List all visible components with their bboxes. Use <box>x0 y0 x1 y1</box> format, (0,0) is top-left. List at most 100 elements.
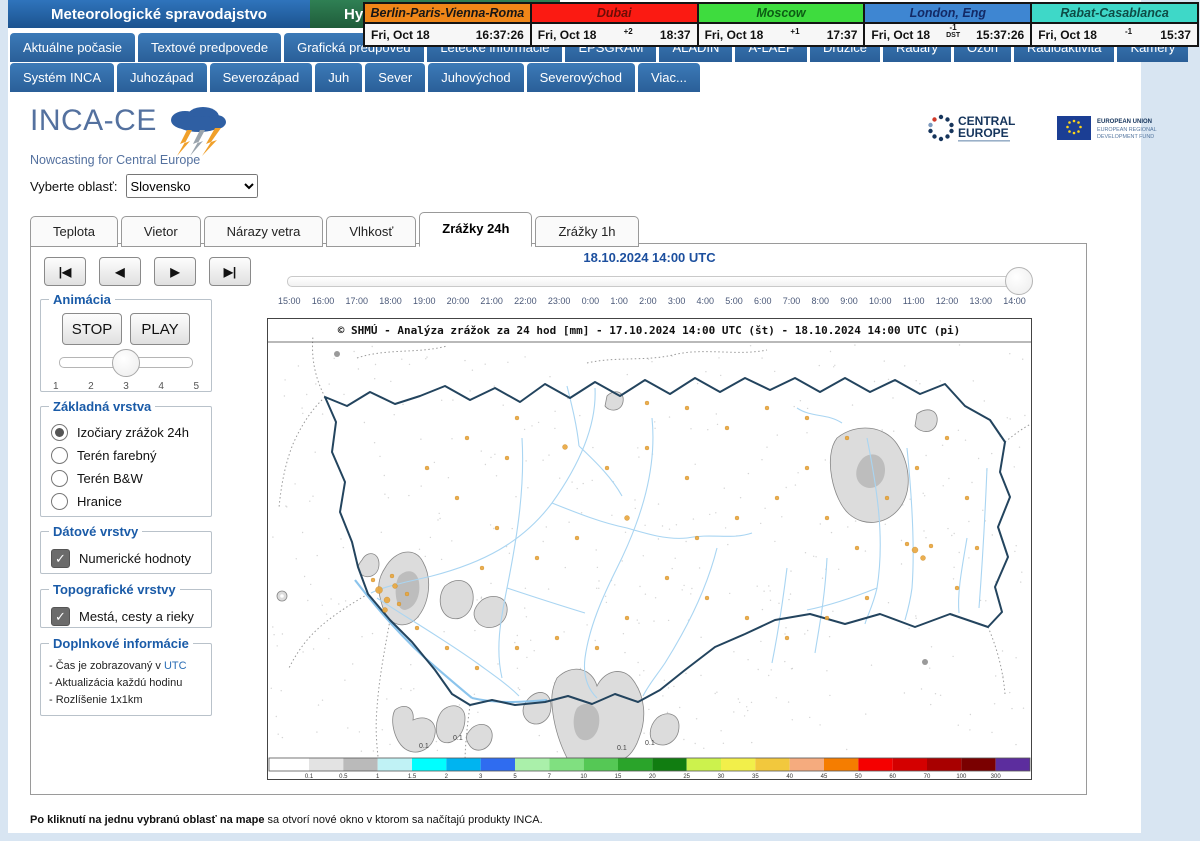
clock-date: Fri, Oct 18 <box>371 28 430 42</box>
radio-unselected[interactable] <box>51 493 68 510</box>
svg-text:0.1: 0.1 <box>645 740 655 747</box>
base-layer-option-hranice[interactable]: Hranice <box>51 493 201 510</box>
current-frame-timestamp: 18.10.2024 14:00 UTC <box>267 250 1032 265</box>
clock-berlin-paris-vienna-roma: Berlin-Paris-Vienna-Roma Fri, Oct 18 16:37… <box>363 2 532 47</box>
time-tick: 12:00 <box>936 296 959 306</box>
option-label: Hranice <box>77 494 122 509</box>
topo-layer-option-mest-cesty-a-rieky[interactable]: Mestá, cesty a rieky <box>51 607 201 626</box>
time-tick: 3:00 <box>668 296 686 306</box>
offset-value: -1 <box>950 24 957 32</box>
region-tab-juhoz-pad[interactable]: Juhozápad <box>117 63 207 92</box>
nav-tab-aktu-lne-po-asie[interactable]: Aktuálne počasie <box>10 33 135 62</box>
clock-time-row: Fri, Oct 18 16:37:26 <box>365 22 530 45</box>
central-europe-logo: CENTRAL EUROPE <box>925 112 1043 146</box>
next-frame-button[interactable]: ▶ <box>154 257 196 286</box>
first-frame-button[interactable]: |◀ <box>44 257 86 286</box>
info-legend: Doplnkové informácie <box>49 636 193 651</box>
clock-city-label: Rabat-Casablanca <box>1032 4 1197 22</box>
radio-unselected[interactable] <box>51 447 68 464</box>
clock-time: 16:37:26 <box>476 28 524 42</box>
region-tab-severoz-pad[interactable]: Severozápad <box>210 63 313 92</box>
nav-tab-textov-predpovede[interactable]: Textové predpovede <box>138 33 281 62</box>
clock-city-label: Dubai <box>532 4 697 22</box>
clock-time: 15:37 <box>1160 28 1191 42</box>
svg-text:0.1: 0.1 <box>453 735 463 742</box>
tab-vietor[interactable]: Vietor <box>121 216 201 247</box>
region-tab-viac[interactable]: Viac... <box>638 63 700 92</box>
option-label: Numerické hodnoty <box>79 551 191 566</box>
base-layer-legend: Základná vrstva <box>49 399 155 414</box>
base-layer-fieldset: Základná vrstva Izočiary zrážok 24h Terén… <box>40 399 212 517</box>
option-label: Terén B&W <box>77 471 143 486</box>
offset-value: -1 <box>1125 28 1132 36</box>
base-layer-option-izo-iary-zr-ok-24h[interactable]: Izočiary zrážok 24h <box>51 424 201 441</box>
product-tabs: TeplotaVietorNárazy vetraVlhkosťZrážky 2… <box>30 212 642 247</box>
clock-dubai: DubaiFri, Oct 18+218:37 <box>530 2 699 47</box>
speed-label: 3 <box>123 381 129 392</box>
footer-note-text: sa otvorí nové okno v ktorom sa načítajú… <box>265 814 543 826</box>
time-tick: 11:00 <box>903 296 925 306</box>
base-layer-option-ter-n-farebn[interactable]: Terén farebný <box>51 447 201 464</box>
svg-text:DEVELOPMENT FUND: DEVELOPMENT FUND <box>1097 134 1154 140</box>
app-title-bar: Meteorologické spravodajstvo <box>8 0 310 28</box>
region-tab-juh[interactable]: Juh <box>315 63 362 92</box>
step-controls: |◀ ◀ ▶ ▶| <box>44 257 251 286</box>
tab-teplota[interactable]: Teplota <box>30 216 118 247</box>
utc-link[interactable]: UTC <box>164 660 187 672</box>
region-tab-juhov-chod[interactable]: Juhovýchod <box>428 63 523 92</box>
page: Meteorologické spravodajstvo Hy Aktuálne… <box>0 0 1200 841</box>
svg-text:EUROPEAN REGIONAL: EUROPEAN REGIONAL <box>1097 127 1157 133</box>
radio-selected[interactable] <box>51 424 68 441</box>
clock-time-row: Fri, Oct 18+117:37 <box>699 22 864 45</box>
clock-city-label: London, Eng <box>865 4 1030 22</box>
checkbox-checked[interactable] <box>51 549 70 568</box>
time-tick: 2:00 <box>639 296 657 306</box>
clock-london-eng: London, EngFri, Oct 18-1DST15:37:26 <box>863 2 1032 47</box>
region-tab-syst-m-inca[interactable]: Systém INCA <box>10 63 114 92</box>
speed-label: 4 <box>158 381 164 392</box>
tab-n-razy-vetra[interactable]: Nárazy vetra <box>204 216 324 247</box>
time-tick: 9:00 <box>840 296 858 306</box>
time-tick: 8:00 <box>811 296 829 306</box>
clock-time: 15:37:26 <box>976 28 1024 42</box>
clock-utc-offset: +1 <box>790 28 799 36</box>
base-layer-option-ter-n-b-w[interactable]: Terén B&W <box>51 470 201 487</box>
speed-label: 1 <box>53 381 59 392</box>
region-tab-sever[interactable]: Sever <box>365 63 425 92</box>
clock-city-label: Berlin-Paris-Vienna-Roma <box>365 4 530 22</box>
tab-vlhkos[interactable]: Vlhkosť <box>326 216 416 247</box>
stop-button[interactable]: STOP <box>62 313 122 345</box>
speed-scale: 12345 <box>53 381 199 392</box>
dst-label: DST <box>946 32 960 39</box>
speed-slider[interactable] <box>59 357 193 368</box>
storm-cloud-icon <box>159 104 231 156</box>
checkbox-checked[interactable] <box>51 607 70 626</box>
tab-zr-ky-1h[interactable]: Zrážky 1h <box>535 216 638 247</box>
clock-moscow: MoscowFri, Oct 18+117:37 <box>697 2 866 47</box>
info-line: - Aktualizácia každú hodinu <box>49 677 203 689</box>
last-frame-button[interactable]: ▶| <box>209 257 251 286</box>
time-tick: 14:00 <box>1003 296 1026 306</box>
info-line: - Čas je zobrazovaný v UTC <box>49 660 203 672</box>
clock-utc-offset: +2 <box>624 28 633 36</box>
precipitation-map[interactable]: 0.10.10.10.1 0.10.511.523571015202530354… <box>267 318 1032 780</box>
world-clocks: Berlin-Paris-Vienna-Roma Fri, Oct 18 16:37… <box>363 2 1199 47</box>
option-label: Mestá, cesty a rieky <box>79 609 194 624</box>
time-tick: 19:00 <box>413 296 436 306</box>
radio-unselected[interactable] <box>51 470 68 487</box>
prev-frame-button[interactable]: ◀ <box>99 257 141 286</box>
play-button[interactable]: PLAY <box>130 313 190 345</box>
region-tab-severov-chod[interactable]: Severovýchod <box>527 63 635 92</box>
option-label: Izočiary zrážok 24h <box>77 425 189 440</box>
time-tick: 15:00 <box>278 296 301 306</box>
svg-text:EUROPEAN UNION: EUROPEAN UNION <box>1097 119 1152 125</box>
tab-zr-ky-24h[interactable]: Zrážky 24h <box>419 212 532 247</box>
partner-logos: CENTRAL EUROPE EUROPEAN UNION EUROPEAN R… <box>925 112 1165 146</box>
time-slider[interactable] <box>287 276 1020 287</box>
region-select[interactable]: Slovensko <box>126 174 258 198</box>
speed-slider-thumb[interactable] <box>112 349 140 377</box>
clock-date: Fri, Oct 18 <box>1038 28 1097 42</box>
time-slider-thumb[interactable] <box>1005 267 1033 295</box>
data-layer-option-numerick-hodnoty[interactable]: Numerické hodnoty <box>51 549 201 568</box>
speed-label: 5 <box>193 381 199 392</box>
